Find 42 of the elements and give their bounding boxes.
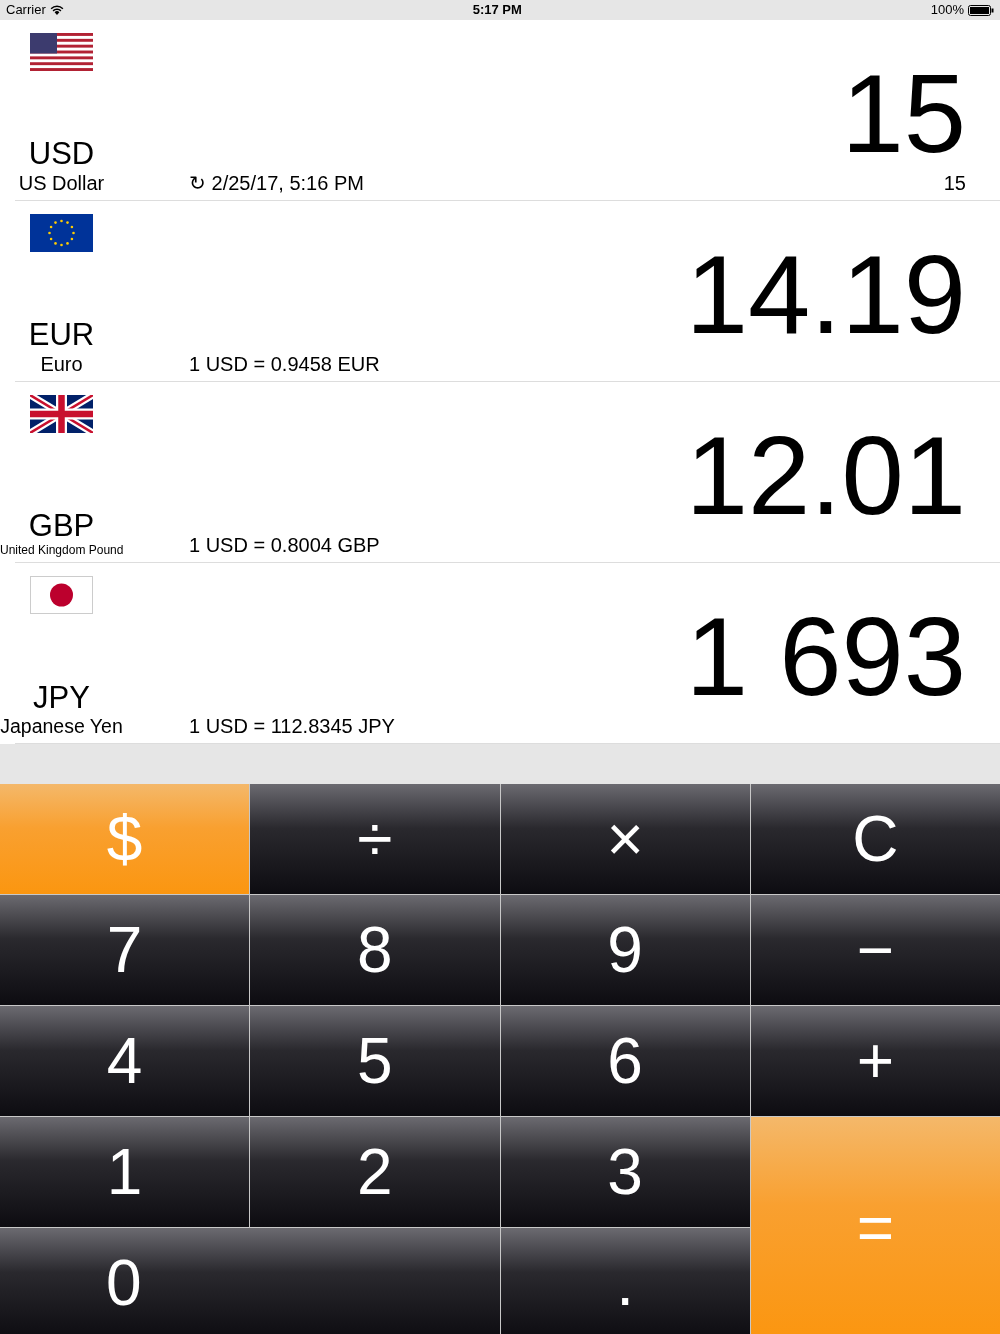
exchange-rate: 1 USD = 112.8345 JPY [189, 714, 395, 738]
clock-time: 5:17 PM [472, 1, 522, 20]
keypad-key[interactable]: . [500, 1228, 750, 1334]
flag-icon [30, 395, 93, 433]
keypad-key[interactable]: 1 [0, 1117, 250, 1227]
currency-code: USD [28, 136, 95, 171]
currency-code: EUR [28, 317, 95, 352]
currency-name: US Dollar [18, 171, 105, 195]
converted-amount: 1 693 [685, 601, 966, 713]
keypad-key[interactable]: 0 [0, 1228, 500, 1334]
keypad-key[interactable]: 3 [500, 1117, 750, 1227]
currency-code: GBP [28, 508, 95, 543]
converted-amount: 14.19 [685, 239, 966, 351]
keypad-key[interactable]: ÷ [250, 784, 500, 894]
keypad-key[interactable]: × [500, 784, 750, 894]
battery-icon [968, 4, 994, 16]
keypad-key[interactable]: 5 [250, 1006, 500, 1116]
keypad-key[interactable]: 6 [500, 1006, 750, 1116]
wifi-icon [49, 5, 64, 15]
keypad-key[interactable]: C [750, 784, 1000, 894]
currency-name: United Kingdom Pound [0, 542, 123, 557]
keypad-key[interactable]: 7 [0, 895, 250, 1005]
keypad-key[interactable]: − [750, 895, 1000, 1005]
carrier-label: Carrier [6, 1, 46, 20]
update-time: ↻ 2/25/17, 5:16 PM [189, 171, 364, 195]
battery-percent: 100% [930, 1, 964, 20]
keypad-key[interactable]: 8 [250, 895, 500, 1005]
exchange-rate: 1 USD = 0.8004 GBP [189, 533, 380, 557]
input-value: 15 [943, 171, 966, 195]
keypad-key[interactable]: 4 [0, 1006, 250, 1116]
flag-icon [30, 214, 93, 252]
keypad-key[interactable]: 2 [250, 1117, 500, 1227]
keypad-key[interactable]: 9 [500, 895, 750, 1005]
flag-icon [30, 33, 93, 71]
currency-name: Japanese Yen [0, 714, 123, 738]
currency-code: JPY [33, 680, 90, 715]
keypad-key[interactable]: + [750, 1006, 1000, 1116]
exchange-rate: 1 USD = 0.9458 EUR [189, 352, 380, 376]
converted-amount: 15 [841, 58, 966, 170]
flag-icon [30, 576, 93, 614]
currency-name: Euro [40, 352, 83, 376]
converted-amount: 12.01 [685, 420, 966, 532]
